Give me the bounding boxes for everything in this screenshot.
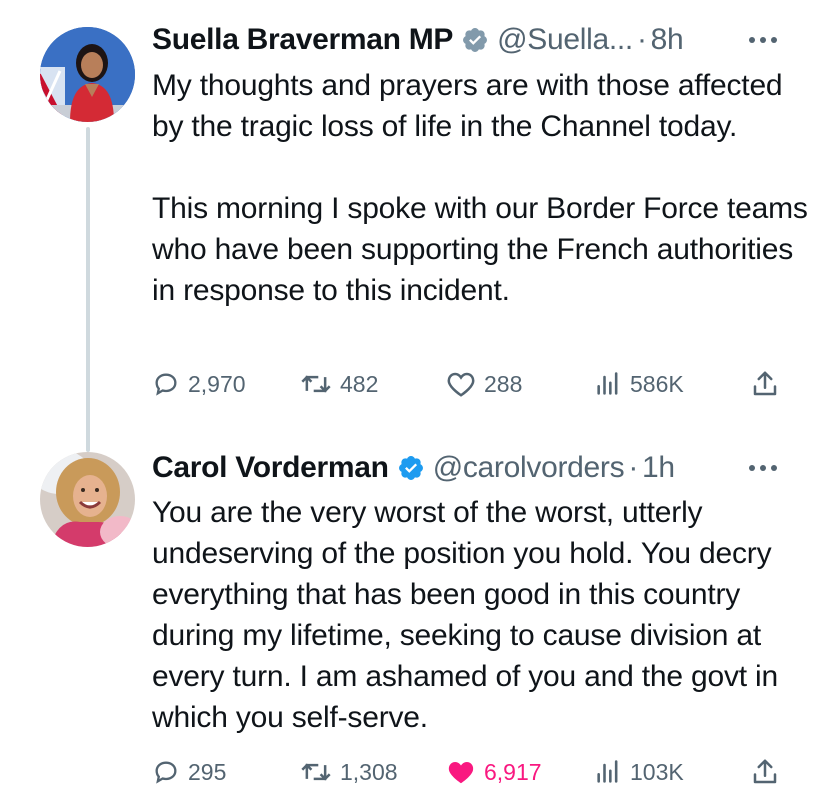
- tweet-2-text: You are the very worst of the worst, utt…: [152, 496, 778, 734]
- reply-button[interactable]: 295: [152, 752, 226, 792]
- tweet-2-header: Carol Vorderman @carolvorders · 1h: [152, 448, 802, 488]
- tweet-1-text: My thoughts and prayers are with those a…: [152, 69, 808, 307]
- views-icon: [597, 372, 618, 395]
- like-button[interactable]: 288: [446, 364, 522, 404]
- reply-icon: [155, 761, 177, 784]
- author-handle[interactable]: @carolvorders: [433, 451, 625, 485]
- views-button[interactable]: 103K: [594, 752, 684, 792]
- more-options-icon[interactable]: [748, 448, 778, 488]
- repost-icon: [301, 763, 331, 781]
- like-button[interactable]: 6,917: [446, 752, 542, 792]
- repost-count: 1,308: [340, 758, 398, 785]
- share-icon: [753, 759, 777, 784]
- author-name[interactable]: Carol Vorderman: [152, 451, 389, 485]
- author-name[interactable]: Suella Braverman MP: [152, 23, 453, 57]
- avatar-carol-vorderman[interactable]: [40, 452, 135, 547]
- tweet-1-header: Suella Braverman MP @Suella... · 8h: [152, 20, 802, 60]
- reply-count: 295: [188, 758, 227, 785]
- repost-icon: [301, 375, 331, 393]
- views-count: 103K: [630, 758, 684, 785]
- avatar-suella-braverman[interactable]: [40, 27, 135, 122]
- repost-count: 482: [340, 370, 379, 397]
- verified-badge-icon[interactable]: [397, 454, 425, 482]
- share-button[interactable]: [750, 364, 780, 404]
- reply-count: 2,970: [188, 370, 246, 397]
- share-button[interactable]: [750, 752, 780, 792]
- reply-icon: [155, 373, 177, 396]
- tweet-1-actions: 2,970 482 288 586K: [0, 364, 828, 404]
- separator-dot: ·: [636, 23, 647, 56]
- heart-icon: [448, 762, 474, 784]
- heart-icon: [447, 372, 475, 397]
- verified-badge-icon[interactable]: [461, 26, 489, 54]
- author-handle[interactable]: @Suella...: [497, 23, 633, 57]
- repost-button[interactable]: 482: [300, 364, 378, 404]
- timestamp[interactable]: 1h: [642, 451, 675, 485]
- more-options-icon[interactable]: [748, 20, 778, 60]
- timestamp[interactable]: 8h: [651, 23, 684, 57]
- like-count: 6,917: [484, 758, 542, 785]
- reply-button[interactable]: 2,970: [152, 364, 246, 404]
- repost-button[interactable]: 1,308: [300, 752, 398, 792]
- like-count: 288: [484, 370, 523, 397]
- separator-dot: ·: [628, 451, 639, 484]
- views-icon: [597, 760, 618, 783]
- share-icon: [753, 371, 777, 396]
- tweet-2-actions: 295 1,308 6,917 103K: [0, 752, 828, 792]
- views-count: 586K: [630, 370, 684, 397]
- views-button[interactable]: 586K: [594, 364, 684, 404]
